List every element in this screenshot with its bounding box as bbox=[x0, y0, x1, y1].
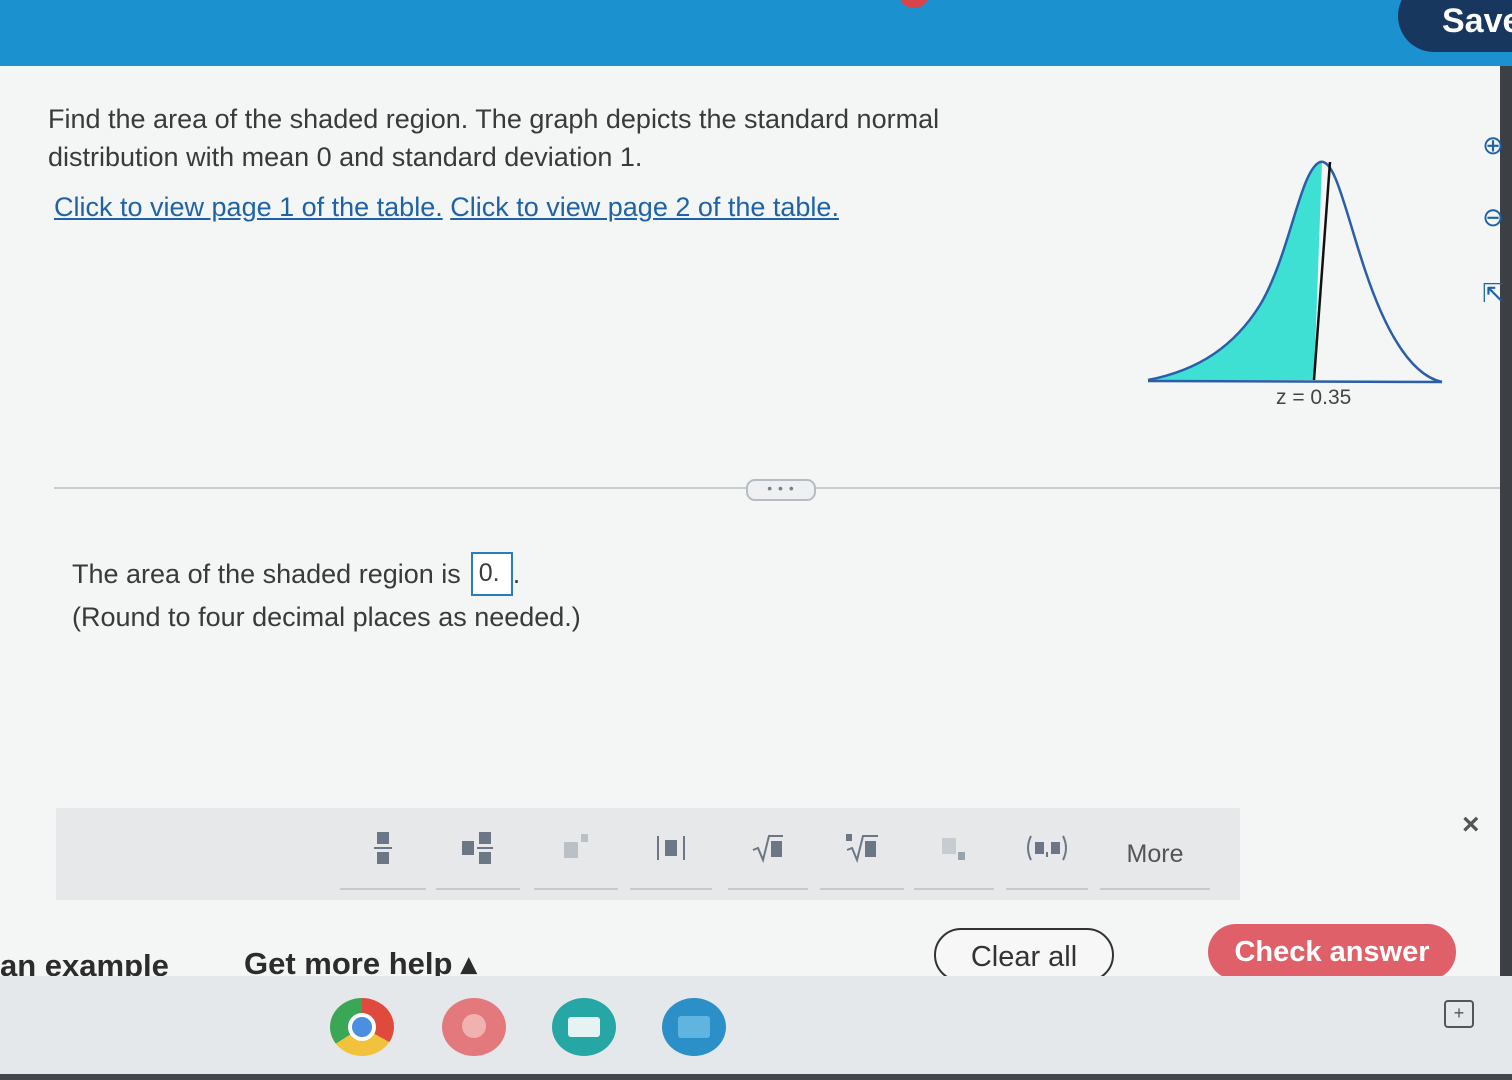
z-value-label: z = 0.35 bbox=[1276, 386, 1352, 409]
save-button[interactable]: Save bbox=[1398, 0, 1512, 52]
check-answer-button[interactable]: Check answer bbox=[1208, 924, 1456, 980]
answer-area: The area of the shaded region is 0. . (R… bbox=[72, 552, 581, 633]
normal-distribution-graph bbox=[1147, 160, 1443, 384]
table-page-1-link[interactable]: Click to view page 1 of the table. bbox=[54, 192, 443, 222]
assistant-icon[interactable] bbox=[442, 998, 506, 1056]
top-bar bbox=[0, 0, 1512, 70]
header-indicator-icon bbox=[900, 0, 928, 8]
popout-icon[interactable]: ⇱ bbox=[1478, 278, 1508, 308]
app-launcher-icon[interactable] bbox=[552, 998, 616, 1056]
divider-handle[interactable]: • • • bbox=[746, 479, 816, 501]
clear-all-button[interactable]: Clear all bbox=[934, 928, 1114, 982]
subscript-tool[interactable] bbox=[914, 830, 994, 890]
square-root-tool[interactable] bbox=[728, 830, 808, 890]
mixed-number-tool[interactable] bbox=[436, 830, 520, 890]
shaded-region bbox=[1148, 162, 1322, 380]
exponent-tool[interactable] bbox=[534, 830, 618, 890]
chrome-icon[interactable] bbox=[330, 998, 394, 1056]
question-line-2: distribution with mean 0 and standard de… bbox=[48, 142, 643, 172]
answer-suffix: . bbox=[512, 558, 521, 589]
tray-icon[interactable]: + bbox=[1444, 1000, 1474, 1028]
more-tools-button[interactable]: More bbox=[1100, 830, 1210, 890]
x-axis bbox=[1147, 379, 1443, 384]
files-icon[interactable] bbox=[662, 998, 726, 1056]
fraction-tool[interactable] bbox=[340, 830, 426, 890]
table-links: Click to view page 1 of the table. Click… bbox=[54, 192, 839, 223]
nth-root-tool[interactable] bbox=[820, 830, 904, 890]
question-text: Find the area of the shaded region. The … bbox=[48, 100, 1028, 176]
answer-prompt: The area of the shaded region is bbox=[72, 558, 461, 589]
zoom-in-icon[interactable]: ⊕ bbox=[1478, 130, 1508, 160]
screen-bottom-edge bbox=[0, 1074, 1512, 1080]
question-line-1: Find the area of the shaded region. The … bbox=[48, 104, 940, 134]
close-toolbar-icon[interactable]: × bbox=[1462, 808, 1480, 842]
answer-input[interactable]: 0. bbox=[470, 552, 513, 596]
math-toolbar: More bbox=[56, 808, 1240, 900]
ordered-pair-tool[interactable] bbox=[1006, 830, 1088, 890]
taskbar bbox=[0, 976, 1512, 1080]
rounding-hint: (Round to four decimal places as needed.… bbox=[72, 602, 581, 632]
absolute-value-tool[interactable] bbox=[630, 830, 712, 890]
table-page-2-link[interactable]: Click to view page 2 of the table. bbox=[450, 192, 839, 222]
zoom-out-icon[interactable]: ⊖ bbox=[1478, 202, 1508, 232]
